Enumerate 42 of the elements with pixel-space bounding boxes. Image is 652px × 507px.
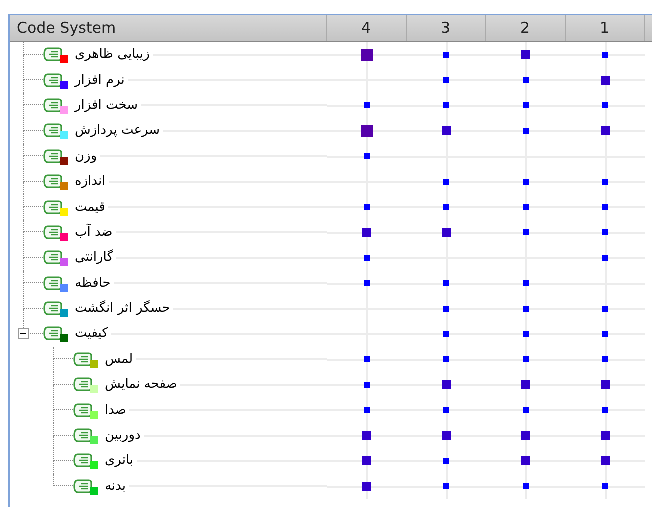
column-header[interactable]: 2 [520,19,530,37]
code-icon [43,276,63,291]
code-icon [73,453,93,468]
code-name[interactable]: ضد آب [75,224,113,240]
code-name[interactable]: دوربین [105,428,141,444]
code-icon [43,148,63,164]
code-icon [43,301,63,316]
code-name[interactable]: بدنه [105,478,126,494]
code-name[interactable]: حافظه [75,276,111,291]
code-name[interactable]: کیفیت [75,326,108,342]
code-name[interactable]: گارانتی [75,250,114,266]
code-icon [73,352,93,367]
code-name[interactable]: اندازه [75,174,106,190]
code-icon [43,224,63,240]
code-name[interactable]: سرعت پردازش [75,123,160,138]
code-icon [73,478,93,494]
code-name[interactable]: قیمت [75,200,106,215]
code-icon [43,326,63,342]
code-icon [43,47,63,62]
code-name[interactable]: سخت افزار [75,98,138,113]
code-name[interactable]: صفحه نمایش [105,377,178,392]
code-name[interactable]: حسگر اثر انگشت [75,301,170,316]
code-name[interactable]: صدا [105,402,126,418]
code-name[interactable]: باتری [105,453,134,468]
code-name[interactable]: نرم افزار [75,72,125,88]
column-header[interactable]: 4 [361,19,372,37]
code-icon [73,428,93,444]
code-name[interactable]: وزن [75,148,98,164]
code-icon [43,200,63,215]
column-header[interactable]: 1 [600,19,610,37]
code-icon [73,377,93,392]
code-name[interactable]: لمس [105,352,134,367]
code-icon [43,250,63,266]
column-header[interactable]: Code System [17,19,116,37]
collapse-toggle-icon[interactable] [18,328,29,340]
code-icon [43,123,63,138]
code-icon [73,402,93,418]
code-icon [43,98,63,113]
code-icon [43,72,63,88]
column-header[interactable]: 3 [440,19,451,37]
code-name[interactable]: زیبایی ظاهری [75,47,150,62]
code-icon [43,174,63,190]
